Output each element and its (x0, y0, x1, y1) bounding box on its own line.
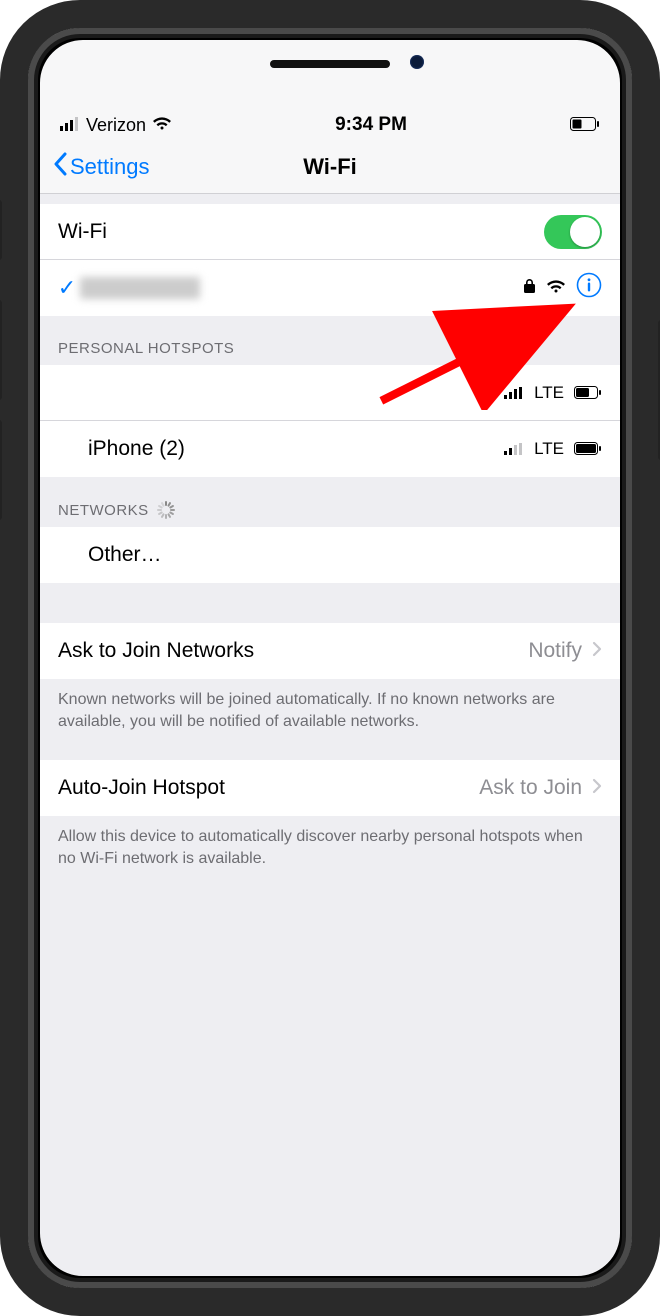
hotspot-name: iPhone (2) (88, 437, 504, 461)
cellular-bars-icon (60, 115, 80, 136)
page-title: Wi-Fi (303, 154, 357, 180)
device-mute-switch (0, 200, 2, 260)
device-volume-down (0, 420, 2, 520)
hotspot-signal-label: LTE (534, 439, 564, 459)
auto-join-value: Ask to Join (479, 776, 582, 800)
spinner-icon (157, 501, 175, 519)
other-label: Other… (88, 543, 602, 567)
networks-header-text: Networks (58, 502, 149, 519)
nav-bar: Settings Wi-Fi (40, 140, 620, 194)
chevron-right-icon (592, 776, 602, 800)
ask-to-join-row[interactable]: Ask to Join Networks Notify (40, 623, 620, 679)
ask-to-join-label: Ask to Join Networks (58, 639, 528, 663)
battery-icon (570, 115, 600, 136)
wifi-toggle[interactable] (544, 215, 602, 249)
hotspot-signal-label: LTE (534, 383, 564, 403)
cellular-bars-icon (504, 437, 524, 461)
section-header-networks: Networks (40, 477, 620, 527)
toggle-knob (570, 217, 600, 247)
auto-join-row[interactable]: Auto-Join Hotspot Ask to Join (40, 760, 620, 816)
device-front-camera (410, 55, 424, 69)
ask-to-join-value: Notify (528, 639, 582, 663)
carrier-label: Verizon (86, 115, 146, 136)
wifi-toggle-label: Wi-Fi (58, 220, 544, 244)
cellular-bars-icon (504, 381, 524, 405)
wifi-icon (152, 115, 172, 136)
auto-join-footer: Allow this device to automatically disco… (40, 816, 620, 877)
hotspot-row[interactable]: iPhone (2) LTE (40, 421, 620, 477)
hotspot-row[interactable]: LTE (40, 365, 620, 421)
connected-network-name (80, 277, 200, 299)
checkmark-icon: ✓ (54, 275, 80, 301)
info-button[interactable] (576, 272, 602, 304)
wifi-toggle-row: Wi-Fi (40, 204, 620, 260)
auto-join-label: Auto-Join Hotspot (58, 776, 479, 800)
other-network-row[interactable]: Other… (40, 527, 620, 583)
lock-icon (523, 276, 536, 300)
wifi-icon (546, 276, 566, 300)
ask-to-join-footer: Known networks will be joined automatica… (40, 679, 620, 740)
battery-icon (574, 437, 602, 461)
back-label: Settings (70, 154, 150, 180)
connected-network-row[interactable]: ✓ (40, 260, 620, 316)
status-bar: Verizon 9:34 PM (40, 40, 620, 140)
device-volume-up (0, 300, 2, 400)
screen: Verizon 9:34 PM (40, 40, 620, 1276)
chevron-left-icon (52, 152, 68, 182)
device-speaker-grille (270, 60, 390, 68)
battery-icon (574, 381, 602, 405)
back-button[interactable]: Settings (52, 140, 150, 193)
section-header-hotspots: Personal Hotspots (40, 316, 620, 365)
chevron-right-icon (592, 639, 602, 663)
content-area: Wi-Fi ✓ (40, 194, 620, 1276)
status-time: 9:34 PM (335, 114, 407, 136)
